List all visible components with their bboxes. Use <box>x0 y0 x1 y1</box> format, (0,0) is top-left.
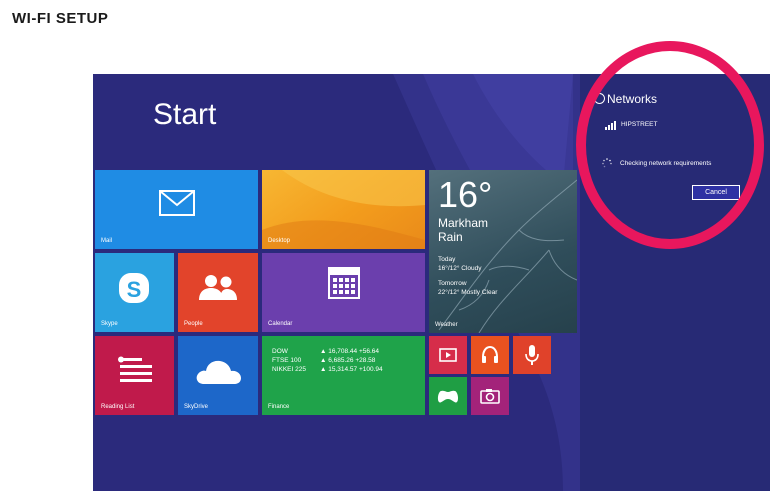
headphones-icon <box>482 345 498 363</box>
microphone-icon <box>525 345 539 365</box>
camera-icon <box>480 389 500 404</box>
music-tile[interactable] <box>471 336 509 374</box>
wifi-signal-icon <box>605 121 616 130</box>
skydrive-tile[interactable]: SkyDrive <box>178 336 258 415</box>
spinner-icon <box>602 158 612 168</box>
mail-tile[interactable]: Mail <box>95 170 258 249</box>
people-label: People <box>184 321 203 327</box>
back-arrow-icon[interactable] <box>594 93 605 104</box>
skype-tile[interactable]: S Skype <box>95 253 174 332</box>
games-tile[interactable] <box>429 377 467 415</box>
video-icon <box>439 348 457 362</box>
people-icon <box>199 275 237 300</box>
skype-label: Skype <box>101 321 118 327</box>
cloud-icon <box>196 360 241 384</box>
calendar-tile[interactable]: Calendar <box>262 253 425 332</box>
weather-label: Weather <box>435 322 458 328</box>
gamepad-icon <box>437 390 459 403</box>
weather-city: Markham <box>438 216 489 230</box>
camera-tile[interactable] <box>471 377 509 415</box>
finance-label: Finance <box>268 404 290 410</box>
mail-icon <box>159 190 195 216</box>
finance-row: DOW ▲ 16,708.44 +56.64 <box>272 348 379 355</box>
weather-tile[interactable]: 16° Markham Rain Today 16°/12° Cloudy To… <box>429 170 577 333</box>
finance-index-value: ▲ 15,314.57 +100.94 <box>320 366 383 373</box>
desktop-tile[interactable]: Desktop <box>262 170 425 249</box>
reading-list-tile[interactable]: Reading List <box>95 336 174 415</box>
cancel-button[interactable]: Cancel <box>692 185 740 200</box>
weather-tomorrow-label: Tomorrow <box>438 280 467 287</box>
networks-panel: Networks HIPSTREET Checking network requ… <box>580 74 770 491</box>
weather-condition: Rain <box>438 230 463 244</box>
skype-icon: S <box>119 273 149 303</box>
finance-tile[interactable]: DOW ▲ 16,708.44 +56.64 FTSE 100 ▲ 6,685.26… <box>262 336 425 415</box>
finance-index-name: DOW <box>272 348 288 355</box>
weather-today-label: Today <box>438 256 456 263</box>
document-title: WI-FI SETUP <box>12 10 109 27</box>
finance-index-name: FTSE 100 <box>272 357 302 364</box>
finance-index-value: ▲ 6,685.26 +28.58 <box>320 357 376 364</box>
desktop-label: Desktop <box>268 238 291 244</box>
start-screen: Start Mail Desktop 16° Markham Rain Toda… <box>93 74 770 491</box>
networks-title: Networks <box>607 92 658 106</box>
network-status: Checking network requirements <box>620 160 712 167</box>
people-tile[interactable]: People <box>178 253 258 332</box>
weather-today-forecast: 16°/12° Cloudy <box>438 265 482 272</box>
skydrive-label: SkyDrive <box>184 404 209 410</box>
finance-index-name: NIKKEI 225 <box>272 366 306 373</box>
reading-list-icon <box>118 356 152 382</box>
calendar-label: Calendar <box>268 321 293 327</box>
finance-row: FTSE 100 ▲ 6,685.26 +28.58 <box>272 357 375 364</box>
mail-label: Mail <box>101 238 113 244</box>
calendar-icon <box>328 267 360 299</box>
voice-tile[interactable] <box>513 336 551 374</box>
reading-list-label: Reading List <box>101 404 135 410</box>
svg-text:S: S <box>127 277 142 302</box>
start-title: Start <box>153 98 217 131</box>
finance-index-value: ▲ 16,708.44 +56.64 <box>320 348 380 355</box>
weather-temperature: 16° <box>438 174 493 215</box>
weather-tomorrow-forecast: 22°/12° Mostly Clear <box>438 289 498 296</box>
finance-row: NIKKEI 225 ▲ 15,314.57 +100.94 <box>272 366 383 373</box>
network-name[interactable]: HIPSTREET <box>621 121 657 128</box>
video-tile[interactable] <box>429 336 467 374</box>
